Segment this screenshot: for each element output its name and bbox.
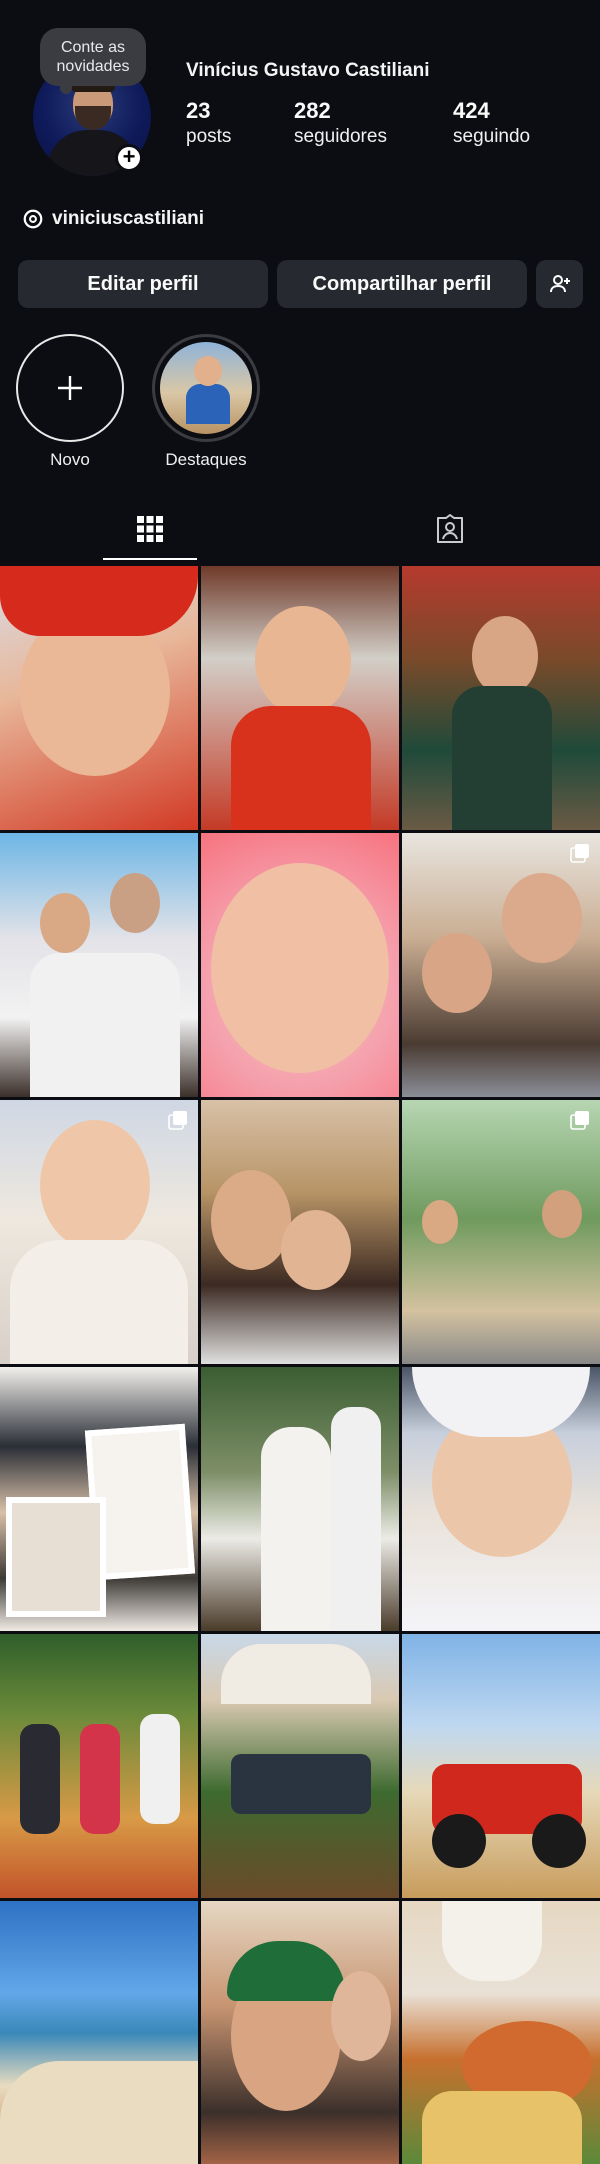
post-thumbnail[interactable]: [0, 1367, 198, 1631]
post-wheel: [532, 1814, 586, 1868]
thumb-kid-body: [186, 384, 230, 424]
stat-following-label: seguindo: [453, 126, 531, 147]
edit-profile-button[interactable]: Editar perfil: [18, 260, 268, 308]
multiple-photos-icon: [570, 1111, 589, 1130]
post-cyclists: [231, 1754, 371, 1814]
post-subject: [472, 616, 538, 696]
tab-tagged[interactable]: [300, 496, 600, 562]
multiple-photos-icon: [570, 844, 589, 863]
posts-grid: [0, 566, 600, 2164]
post-thumbnail[interactable]: [0, 1901, 198, 2164]
post-thumbnail[interactable]: [402, 1367, 600, 1631]
post-cyclist: [80, 1724, 120, 1834]
highlight-new-circle: [16, 334, 124, 442]
profile-tabs: [0, 496, 600, 562]
post-subject: [40, 1120, 150, 1250]
highlight-circle: [152, 334, 260, 442]
stat-followers-label: seguidores: [294, 126, 387, 147]
post-thumbnail[interactable]: [201, 1100, 399, 1364]
post-subject: [281, 1210, 351, 1290]
profile-display-name: Vinícius Gustavo Castiliani: [186, 60, 430, 81]
post-thumbnail[interactable]: [201, 1901, 399, 2164]
post-cyclist: [20, 1724, 60, 1834]
stat-following[interactable]: 424 seguindo: [453, 98, 530, 148]
post-thumbnail[interactable]: [0, 833, 198, 1097]
highlight-label: Destaques: [165, 450, 247, 469]
tagged-person-icon: [437, 514, 463, 543]
post-polaroid: [6, 1497, 106, 1617]
add-story-icon[interactable]: +: [115, 144, 143, 172]
thumb-kid-head: [194, 356, 222, 386]
stat-posts-label: posts: [186, 126, 232, 147]
threads-handle: viniciuscastiliani: [52, 208, 205, 229]
post-cap: [412, 1367, 590, 1437]
post-thumbnail[interactable]: [402, 833, 600, 1097]
stat-followers[interactable]: 282 seguidores: [294, 98, 387, 148]
tab-posts-grid[interactable]: [0, 496, 300, 562]
post-wheel: [432, 1814, 486, 1868]
post-thumbnail[interactable]: [0, 1634, 198, 1898]
post-outfit: [452, 686, 552, 830]
post-thumbnail[interactable]: [201, 566, 399, 830]
post-subject: [211, 863, 389, 1073]
post-subject: [502, 873, 582, 963]
post-beach: [0, 2061, 198, 2164]
post-thumbnail[interactable]: [402, 1100, 600, 1364]
post-shirt: [231, 706, 371, 830]
multiple-photos-icon: [168, 1111, 187, 1130]
threads-link[interactable]: viniciuscastiliani: [22, 206, 204, 232]
post-santa-hat: [0, 566, 198, 636]
post-people: [30, 953, 180, 1097]
post-gate: [221, 1644, 371, 1704]
stat-followers-count: 282: [294, 98, 331, 123]
post-fries: [422, 2091, 582, 2164]
post-thumbnail[interactable]: [201, 833, 399, 1097]
post-dress: [261, 1427, 331, 1631]
post-man: [331, 1407, 381, 1631]
post-thumbnail[interactable]: [402, 566, 600, 830]
note-bubble[interactable]: Conte as novidades: [40, 28, 146, 94]
post-subject: [422, 1200, 458, 1244]
stat-posts: 23 posts: [186, 98, 231, 148]
stat-following-count: 424: [453, 98, 490, 123]
post-thumbnail[interactable]: [201, 1634, 399, 1898]
post-thumbnail[interactable]: [0, 566, 198, 830]
post-subject: [422, 933, 492, 1013]
threads-icon: [23, 209, 43, 229]
stat-posts-count: 23: [186, 98, 211, 123]
highlight-new[interactable]: Novo: [15, 334, 125, 470]
post-thumbnail[interactable]: [0, 1100, 198, 1364]
grid-icon: [137, 516, 163, 542]
post-bucket: [442, 1901, 542, 1981]
post-cyclist: [140, 1714, 180, 1824]
profile-page: Conte as novidades + Vinícius Gustavo Ca…: [0, 0, 600, 2164]
add-person-icon: [549, 275, 570, 293]
post-thumbnail[interactable]: [201, 1367, 399, 1631]
active-tab-indicator: [103, 558, 197, 560]
post-subject: [542, 1190, 582, 1238]
post-blanket: [10, 1240, 188, 1364]
post-thumbnail[interactable]: [402, 1634, 600, 1898]
post-subject: [255, 606, 351, 716]
highlight-thumbnail: [160, 342, 252, 434]
plus-icon: [58, 376, 82, 400]
post-cap: [227, 1941, 345, 2001]
post-subject: [40, 893, 90, 953]
profile-header: Conte as novidades + Vinícius Gustavo Ca…: [0, 0, 600, 200]
avatar-beard: [75, 106, 111, 130]
post-subject: [110, 873, 160, 933]
post-subject: [331, 1971, 391, 2061]
post-thumbnail[interactable]: [402, 1901, 600, 2164]
discover-people-button[interactable]: [536, 260, 583, 308]
highlight-destaques[interactable]: Destaques: [151, 334, 261, 470]
share-profile-button[interactable]: Compartilhar perfil: [277, 260, 527, 308]
highlight-label: Novo: [50, 450, 90, 469]
post-subject: [211, 1170, 291, 1270]
